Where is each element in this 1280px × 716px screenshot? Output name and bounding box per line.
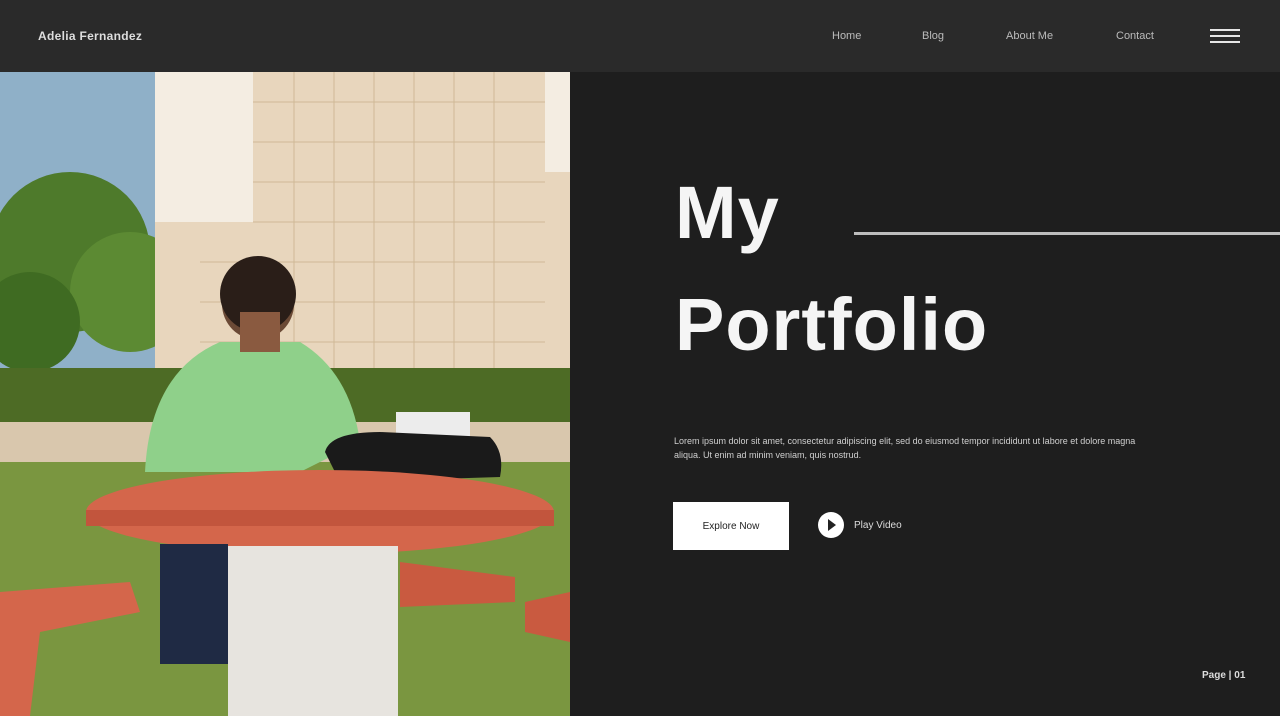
nav-home[interactable]: Home	[832, 30, 861, 42]
top-navigation-bar: Adelia Fernandez Home Blog About Me Cont…	[0, 0, 1280, 72]
menu-icon[interactable]	[1210, 29, 1240, 43]
hero-section: My Portfolio Lorem ipsum dolor sit amet,…	[570, 72, 1280, 716]
nav-about-me[interactable]: About Me	[1006, 30, 1053, 42]
explore-button[interactable]: Explore Now	[673, 502, 789, 550]
nav-blog[interactable]: Blog	[922, 30, 944, 42]
play-video-label[interactable]: Play Video	[854, 520, 902, 531]
title-divider	[854, 232, 1280, 235]
nav-contact[interactable]: Contact	[1116, 30, 1154, 42]
play-icon[interactable]	[818, 512, 844, 538]
page-indicator: Page | 01	[1202, 670, 1246, 681]
play-video-button[interactable]: Play Video	[818, 512, 902, 538]
hero-description: Lorem ipsum dolor sit amet, consectetur …	[674, 436, 1136, 460]
portfolio-photo	[0, 72, 570, 716]
hero-title-line-1: My	[675, 171, 780, 254]
hero-title-line-2: Portfolio	[675, 283, 989, 366]
brand-name[interactable]: Adelia Fernandez	[38, 29, 142, 43]
